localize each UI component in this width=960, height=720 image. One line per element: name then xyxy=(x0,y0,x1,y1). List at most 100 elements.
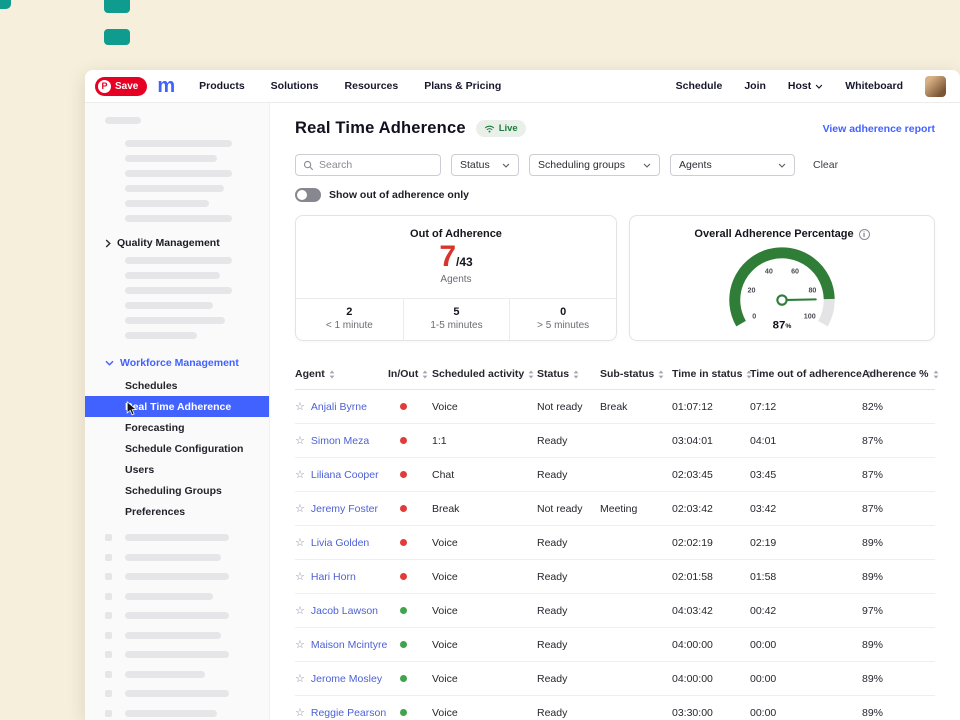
out-of-adherence-toggle[interactable] xyxy=(295,188,321,202)
column-header-time-in-status[interactable]: Time in status xyxy=(672,368,750,380)
nav-link-host[interactable]: Host xyxy=(788,80,823,92)
column-header-sub-status[interactable]: Sub-status xyxy=(600,368,672,380)
sidebar-section-quality-management[interactable]: Quality Management xyxy=(85,231,269,255)
time-out-of-adherence-cell: 00:00 xyxy=(750,707,862,719)
toggle-row: Show out of adherence only xyxy=(295,188,935,202)
skeleton-bar xyxy=(125,534,229,541)
column-header-agent[interactable]: Agent xyxy=(295,368,388,380)
nav-link-whiteboard[interactable]: Whiteboard xyxy=(845,80,903,92)
scheduling-groups-dropdown[interactable]: Scheduling groups xyxy=(529,154,660,176)
agent-name-link[interactable]: Maison Mcintyre xyxy=(311,639,387,651)
chevron-down-icon xyxy=(105,360,114,366)
star-icon[interactable]: ☆ xyxy=(295,706,305,719)
agent-name-link[interactable]: Jerome Mosley xyxy=(311,673,382,685)
column-header-adherence-[interactable]: Adherence % xyxy=(862,368,939,380)
skeleton-bar xyxy=(125,554,221,561)
svg-text:60: 60 xyxy=(791,267,799,275)
agent-name-link[interactable]: Jacob Lawson xyxy=(311,605,378,617)
sort-icon[interactable] xyxy=(528,370,534,379)
scheduled-activity-cell: Voice xyxy=(432,639,537,651)
skeleton-dash xyxy=(105,651,112,658)
view-adherence-report-link[interactable]: View adherence report xyxy=(823,123,935,135)
sidebar-item-forecasting[interactable]: Forecasting xyxy=(85,417,269,438)
star-icon[interactable]: ☆ xyxy=(295,570,305,583)
column-header-label: Scheduled activity xyxy=(432,368,524,380)
star-icon[interactable]: ☆ xyxy=(295,468,305,481)
agent-row: ☆Livia GoldenVoiceReady02:02:1902:1989% xyxy=(295,526,935,560)
sidebar: Quality Management Workforce Management … xyxy=(85,103,270,720)
sidebar-item-schedule-configuration[interactable]: Schedule Configuration xyxy=(85,438,269,459)
nav-link-products[interactable]: Products xyxy=(199,80,245,92)
agent-name-link[interactable]: Anjali Byrne xyxy=(311,401,367,413)
column-header-label: Status xyxy=(537,368,569,380)
skeleton-bar xyxy=(125,593,213,600)
search-input[interactable] xyxy=(319,159,433,171)
status-dropdown[interactable]: Status xyxy=(451,154,519,176)
adherence-pct-cell: 89% xyxy=(862,673,935,685)
mouse-cursor-icon xyxy=(126,401,137,417)
nav-link-join[interactable]: Join xyxy=(744,80,766,92)
sidebar-item-real-time-adherence[interactable]: Real Time Adherence xyxy=(85,396,269,417)
star-icon[interactable]: ☆ xyxy=(295,604,305,617)
column-header-in-out[interactable]: In/Out xyxy=(388,368,432,380)
pinterest-save-button[interactable]: P Save xyxy=(95,77,147,96)
star-icon[interactable]: ☆ xyxy=(295,502,305,515)
agent-name-link[interactable]: Liliana Cooper xyxy=(311,469,379,481)
skeleton-dash xyxy=(105,593,112,600)
live-label: Live xyxy=(499,123,518,134)
time-in-status-cell: 02:01:58 xyxy=(672,571,750,583)
column-header-scheduled-activity[interactable]: Scheduled activity xyxy=(432,368,537,380)
gauge-chart: 020406080100 87% xyxy=(676,241,888,338)
star-icon[interactable]: ☆ xyxy=(295,536,305,549)
pinterest-icon: P xyxy=(98,80,111,93)
agents-dropdown[interactable]: Agents xyxy=(670,154,795,176)
scheduled-activity-cell: Chat xyxy=(432,469,537,481)
agent-row: ☆Reggie PearsonVoiceReady03:30:0000:0089… xyxy=(295,696,935,720)
sidebar-section-workforce-management[interactable]: Workforce Management xyxy=(85,351,269,375)
star-icon[interactable]: ☆ xyxy=(295,400,305,413)
sidebar-item-preferences[interactable]: Preferences xyxy=(85,501,269,522)
count-total: /43 xyxy=(456,255,473,269)
agent-name-link[interactable]: Livia Golden xyxy=(311,537,369,549)
adherence-pct-cell: 82% xyxy=(862,401,935,413)
sort-icon[interactable] xyxy=(573,370,579,379)
sidebar-item-scheduling-groups[interactable]: Scheduling Groups xyxy=(85,480,269,501)
agent-name-link[interactable]: Jeremy Foster xyxy=(311,503,378,515)
sidebar-item-users[interactable]: Users xyxy=(85,459,269,480)
sort-icon[interactable] xyxy=(422,370,428,379)
agent-name-link[interactable]: Simon Meza xyxy=(311,435,369,447)
star-icon[interactable]: ☆ xyxy=(295,672,305,685)
sort-icon[interactable] xyxy=(329,370,335,379)
sidebar-item-schedules[interactable]: Schedules xyxy=(85,375,269,396)
user-avatar[interactable] xyxy=(925,76,946,97)
skeleton-bar xyxy=(105,117,141,124)
agent-row: ☆Jerome MosleyVoiceReady04:00:0000:0089% xyxy=(295,662,935,696)
teal-decoration xyxy=(0,0,11,9)
agent-row: ☆Jeremy FosterBreakNot readyMeeting02:03… xyxy=(295,492,935,526)
nav-link-solutions[interactable]: Solutions xyxy=(271,80,319,92)
skeleton-group-mid xyxy=(85,257,269,339)
agent-name-link[interactable]: Hari Horn xyxy=(311,571,356,583)
time-out-of-adherence-cell: 07:12 xyxy=(750,401,862,413)
adherence-pct-cell: 89% xyxy=(862,639,935,651)
sub-status-cell: Break xyxy=(600,401,672,413)
dropdown-label: Scheduling groups xyxy=(538,159,625,171)
section-label: Workforce Management xyxy=(120,357,239,369)
column-header-status[interactable]: Status xyxy=(537,368,600,380)
sort-icon[interactable] xyxy=(933,370,939,379)
skeleton-bar xyxy=(125,200,209,207)
info-icon[interactable]: i xyxy=(859,229,870,240)
clear-filters-button[interactable]: Clear xyxy=(813,159,838,171)
star-icon[interactable]: ☆ xyxy=(295,638,305,651)
sort-icon[interactable] xyxy=(658,370,664,379)
nav-link-plans-pricing[interactable]: Plans & Pricing xyxy=(424,80,501,92)
app-window: P Save m Products Solutions Resources Pl… xyxy=(85,70,960,720)
nav-link-schedule[interactable]: Schedule xyxy=(676,80,723,92)
agent-name-link[interactable]: Reggie Pearson xyxy=(311,707,386,719)
adherence-pct-cell: 89% xyxy=(862,537,935,549)
chevron-down-icon xyxy=(643,163,651,168)
miro-logo[interactable]: m xyxy=(157,76,175,96)
nav-link-resources[interactable]: Resources xyxy=(345,80,399,92)
star-icon[interactable]: ☆ xyxy=(295,434,305,447)
column-header-time-out-of-adherence[interactable]: Time out of adherence xyxy=(750,368,862,380)
